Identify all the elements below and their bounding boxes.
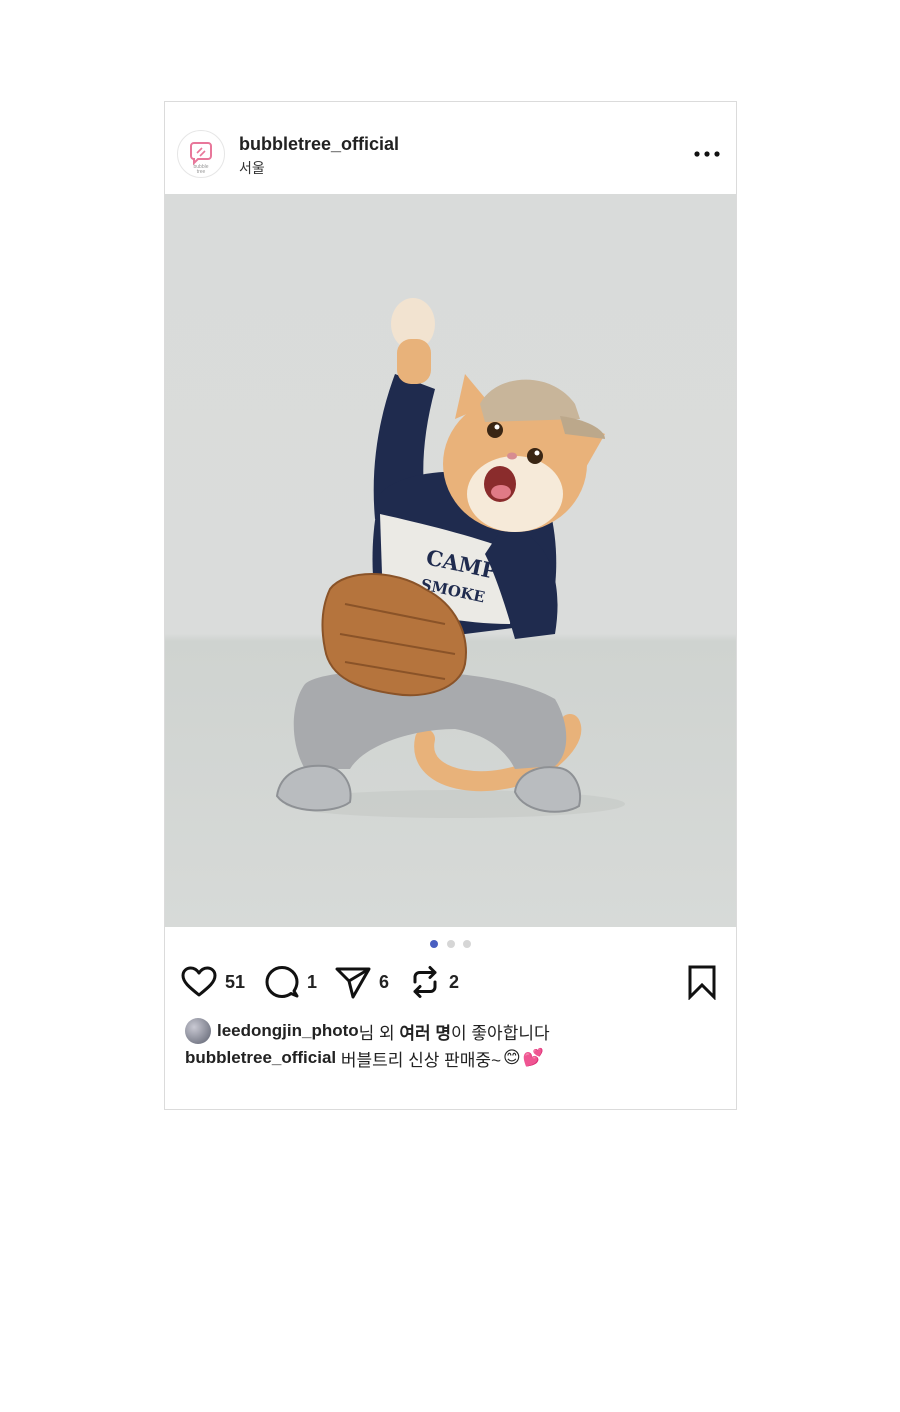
liked-by-line: leedongjin_photo 님 외 여러 명 이 좋아합니다 <box>185 1018 550 1044</box>
post-caption: bubbletree_official 버블트리 신상 판매중~ 😊 💕 <box>185 1045 544 1071</box>
caption-username[interactable]: bubbletree_official <box>185 1048 336 1068</box>
comment-count: 1 <box>307 971 318 992</box>
caption-text: 버블트리 신상 판매중~ <box>336 1050 501 1070</box>
post-card: bubble tree bubbletree_official 서울 CAMP … <box>164 101 737 1110</box>
carousel-dot[interactable] <box>446 940 455 948</box>
repost-count: 2 <box>449 971 460 992</box>
svg-text:tree: tree <box>197 169 206 175</box>
comment-button[interactable]: 1 <box>265 964 317 1000</box>
smile-emoji: 😊 <box>503 1048 521 1067</box>
liked-by-suffix: 이 좋아합니다 <box>451 1023 550 1043</box>
comment-icon <box>265 966 299 998</box>
bookmark-button[interactable] <box>685 964 719 1001</box>
liked-by-others[interactable]: 여러 명 <box>399 1019 451 1044</box>
carousel-dot[interactable] <box>462 940 471 948</box>
liker-avatar[interactable] <box>185 1018 211 1044</box>
post-header: bubble tree bubbletree_official 서울 <box>165 102 736 194</box>
profile-avatar[interactable]: bubble tree <box>177 130 225 178</box>
cat-illustration: CAMP SMOKE <box>275 298 625 818</box>
bookmark-icon <box>688 965 716 1001</box>
post-username[interactable]: bubbletree_official <box>239 134 399 155</box>
carousel-dot-active[interactable] <box>430 940 439 948</box>
action-bar: 51 1 6 2 <box>165 960 736 1004</box>
liked-by-text: 님 외 <box>358 1023 400 1043</box>
hearts-emoji: 💕 <box>522 1048 544 1067</box>
share-button[interactable]: 6 <box>335 964 389 1000</box>
send-icon <box>335 967 371 999</box>
repost-button[interactable]: 2 <box>409 964 459 1000</box>
post-location[interactable]: 서울 <box>239 158 265 178</box>
liker-username[interactable]: leedongjin_photo <box>217 1021 359 1041</box>
like-button[interactable]: 51 <box>181 964 245 1000</box>
carousel-indicator <box>165 935 736 948</box>
bubbletree-logo-icon: bubble tree <box>190 142 212 175</box>
like-count: 51 <box>225 971 246 992</box>
share-count: 6 <box>379 971 390 992</box>
post-photo[interactable]: CAMP SMOKE <box>165 194 736 927</box>
heart-icon <box>181 966 217 997</box>
more-options-icon[interactable] <box>693 144 721 164</box>
repost-icon <box>413 966 437 998</box>
